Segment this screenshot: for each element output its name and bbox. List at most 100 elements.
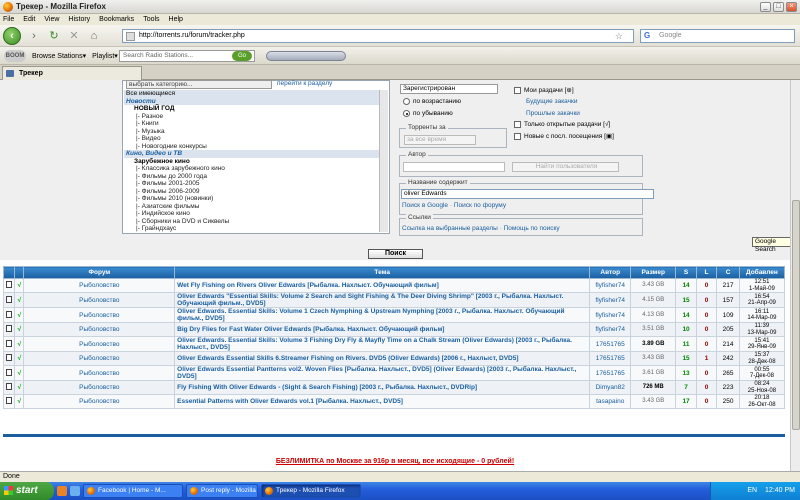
minimize-button[interactable]: _ — [760, 2, 771, 12]
back-button[interactable]: ‹ — [3, 26, 21, 45]
future-downloads-link[interactable]: Будущие закачки — [526, 98, 578, 105]
row-size-link[interactable]: 3.89 GB — [630, 336, 677, 352]
row-topic-link[interactable]: Wet Fly Fishing on Rivers Oliver Edwards… — [174, 278, 591, 293]
start-button[interactable]: start — [0, 482, 54, 500]
category-option[interactable]: |- Азиатские фильмы — [124, 203, 379, 211]
forum-search-link[interactable]: Поиск по форуму — [454, 202, 506, 209]
bookmark-star-icon[interactable]: ☆ — [615, 30, 623, 42]
category-group[interactable]: Новости — [124, 97, 379, 105]
playlist-menu[interactable]: Playlist▾ — [92, 52, 118, 60]
tab-tracker[interactable]: Трекер — [2, 66, 142, 80]
category-option[interactable]: |- Индийское кино — [124, 210, 379, 218]
category-option[interactable]: |- Новогодние конкурсы — [124, 143, 379, 151]
category-option[interactable]: |- Видео — [124, 135, 379, 143]
row-topic-link[interactable]: Essential Patterns with Oliver Edwards v… — [174, 394, 591, 409]
search-bar[interactable]: G Google — [640, 29, 795, 43]
menu-history[interactable]: History — [68, 16, 90, 23]
row-author-link[interactable]: Dimyan82 — [589, 380, 632, 395]
row-size-link[interactable]: 4.13 GB — [630, 307, 677, 323]
page-scrollbar[interactable] — [790, 80, 800, 471]
row-topic-link[interactable]: Oliver Edwards. Essential Skills: Volume… — [174, 336, 591, 352]
category-option[interactable]: |- Книги — [124, 120, 379, 128]
category-option[interactable]: |- Фильмы до 2000 года — [124, 173, 379, 181]
row-size-link[interactable]: 4.15 GB — [630, 292, 677, 308]
google-search-link[interactable]: Поиск в Google — [402, 202, 448, 209]
row-forum-link[interactable]: Рыболовство — [23, 394, 176, 409]
task-post-reply[interactable]: Post reply - Mozilla Fir... — [186, 484, 258, 498]
title-input[interactable]: oliver Edwards — [401, 189, 654, 199]
promo-link[interactable]: БЕЗЛИМИТКА по Москве за 916р в месяц, вс… — [0, 458, 790, 465]
table-row[interactable]: √ Рыболовство Oliver Edwards Essential Pan… — [2, 365, 786, 381]
row-forum-link[interactable]: Рыболовство — [23, 380, 176, 395]
row-author-link[interactable]: 17651765 — [589, 365, 632, 381]
quicklaunch-firefox-icon[interactable] — [57, 486, 67, 496]
torrent-file-icon[interactable] — [2, 351, 16, 366]
scrollbar-thumb[interactable] — [792, 200, 800, 430]
category-option[interactable]: |- Сборники на DVD и Сиквелы — [124, 218, 379, 226]
col-size[interactable]: Размер — [630, 266, 677, 279]
sort-desc-option[interactable]: по убыванию — [403, 110, 453, 117]
search-button[interactable]: Поиск — [368, 249, 423, 259]
category-option[interactable]: |- Фильмы 2006-2009 — [124, 188, 379, 196]
new-since-filter[interactable]: Новые с посл. посещения [▣] — [514, 132, 614, 140]
menu-tools[interactable]: Tools — [143, 16, 159, 23]
row-forum-link[interactable]: Рыболовство — [23, 336, 176, 352]
row-topic-link[interactable]: Oliver Edwards Essential Skills 6.Stream… — [174, 351, 591, 366]
row-size-link[interactable]: 3.61 GB — [630, 365, 677, 381]
author-input[interactable] — [403, 162, 505, 172]
browse-stations-menu[interactable]: Browse Stations▾ — [32, 52, 86, 60]
row-size-link[interactable]: 3.51 GB — [630, 322, 677, 337]
category-option[interactable]: |- Фильмы 2001-2005 — [124, 180, 379, 188]
row-author-link[interactable]: flyfisher74 — [589, 307, 632, 323]
row-author-link[interactable]: tasapaino — [589, 394, 632, 409]
col-seeds[interactable]: S — [675, 266, 697, 279]
row-author-link[interactable]: flyfisher74 — [589, 278, 632, 293]
only-open-checkbox[interactable] — [514, 121, 521, 128]
table-row[interactable]: √ Рыболовство Oliver Edwards "Essential Sk… — [2, 292, 786, 308]
address-bar[interactable]: http://torrents.ru/forum/tracker.php ☆ — [122, 29, 634, 43]
task-facebook[interactable]: Facebook | Home - M... — [83, 484, 183, 498]
category-scrollbar[interactable] — [379, 90, 388, 232]
table-row[interactable]: √ Рыболовство Fly Fishing With Oliver Edwa… — [2, 380, 786, 395]
row-forum-link[interactable]: Рыболовство — [23, 351, 176, 366]
row-forum-link[interactable]: Рыболовство — [23, 322, 176, 337]
torrent-file-icon[interactable] — [2, 365, 16, 381]
row-forum-link[interactable]: Рыболовство — [23, 365, 176, 381]
category-group[interactable]: Кино, Видео и ТВ — [124, 150, 379, 158]
row-size-link[interactable]: 726 MB — [630, 380, 677, 395]
col-added[interactable]: Добавлен — [738, 266, 786, 279]
my-torrents-checkbox[interactable] — [514, 86, 521, 94]
col-completed[interactable]: C — [716, 266, 740, 279]
torrent-file-icon[interactable] — [2, 307, 16, 323]
row-author-link[interactable]: 17651765 — [589, 336, 632, 352]
task-tracker[interactable]: Трекер - Mozilla Firefox — [261, 484, 361, 498]
player-controls[interactable] — [266, 51, 346, 61]
col-author[interactable]: Автор — [589, 266, 632, 279]
row-size-link[interactable]: 3.43 GB — [630, 394, 677, 409]
torrent-file-icon[interactable] — [2, 380, 16, 395]
table-row[interactable]: √ Рыболовство Oliver Edwards. Essential Sk… — [2, 307, 786, 323]
row-forum-link[interactable]: Рыболовство — [23, 307, 176, 323]
row-topic-link[interactable]: Oliver Edwards. Essential Skills: Volume… — [174, 307, 591, 323]
menu-file[interactable]: File — [3, 16, 14, 23]
torrent-file-icon[interactable] — [2, 322, 16, 337]
table-row[interactable]: √ Рыболовство Oliver Edwards Essential Ski… — [2, 351, 786, 366]
torrent-file-icon[interactable] — [2, 336, 16, 352]
language-indicator[interactable]: EN — [747, 487, 757, 494]
menu-help[interactable]: Help — [169, 16, 183, 23]
row-topic-link[interactable]: Oliver Edwards Essential Pantterns vol2.… — [174, 365, 591, 381]
quicklaunch-ie-icon[interactable] — [70, 486, 80, 496]
table-row[interactable]: √ Рыболовство Essential Patterns with Oliv… — [2, 394, 786, 409]
category-option[interactable]: |- Фильмы 2010 (новинки) — [124, 195, 379, 203]
period-select[interactable]: за все время — [404, 135, 476, 145]
category-option[interactable]: |- Музыка — [124, 128, 379, 136]
sort-asc-option[interactable]: по возрастанию — [403, 98, 461, 105]
radio-go-button[interactable]: Go — [232, 51, 252, 61]
home-icon[interactable]: ⌂ — [87, 29, 101, 43]
row-topic-link[interactable]: Oliver Edwards "Essential Skills: Volume… — [174, 292, 591, 308]
category-option[interactable]: Все имеющиеся — [124, 90, 379, 98]
category-option[interactable]: Зарубежное кино — [124, 158, 379, 166]
close-button[interactable]: × — [786, 2, 797, 12]
row-topic-link[interactable]: Fly Fishing With Oliver Edwards - (Sight… — [174, 380, 591, 395]
maximize-button[interactable]: □ — [773, 2, 784, 12]
